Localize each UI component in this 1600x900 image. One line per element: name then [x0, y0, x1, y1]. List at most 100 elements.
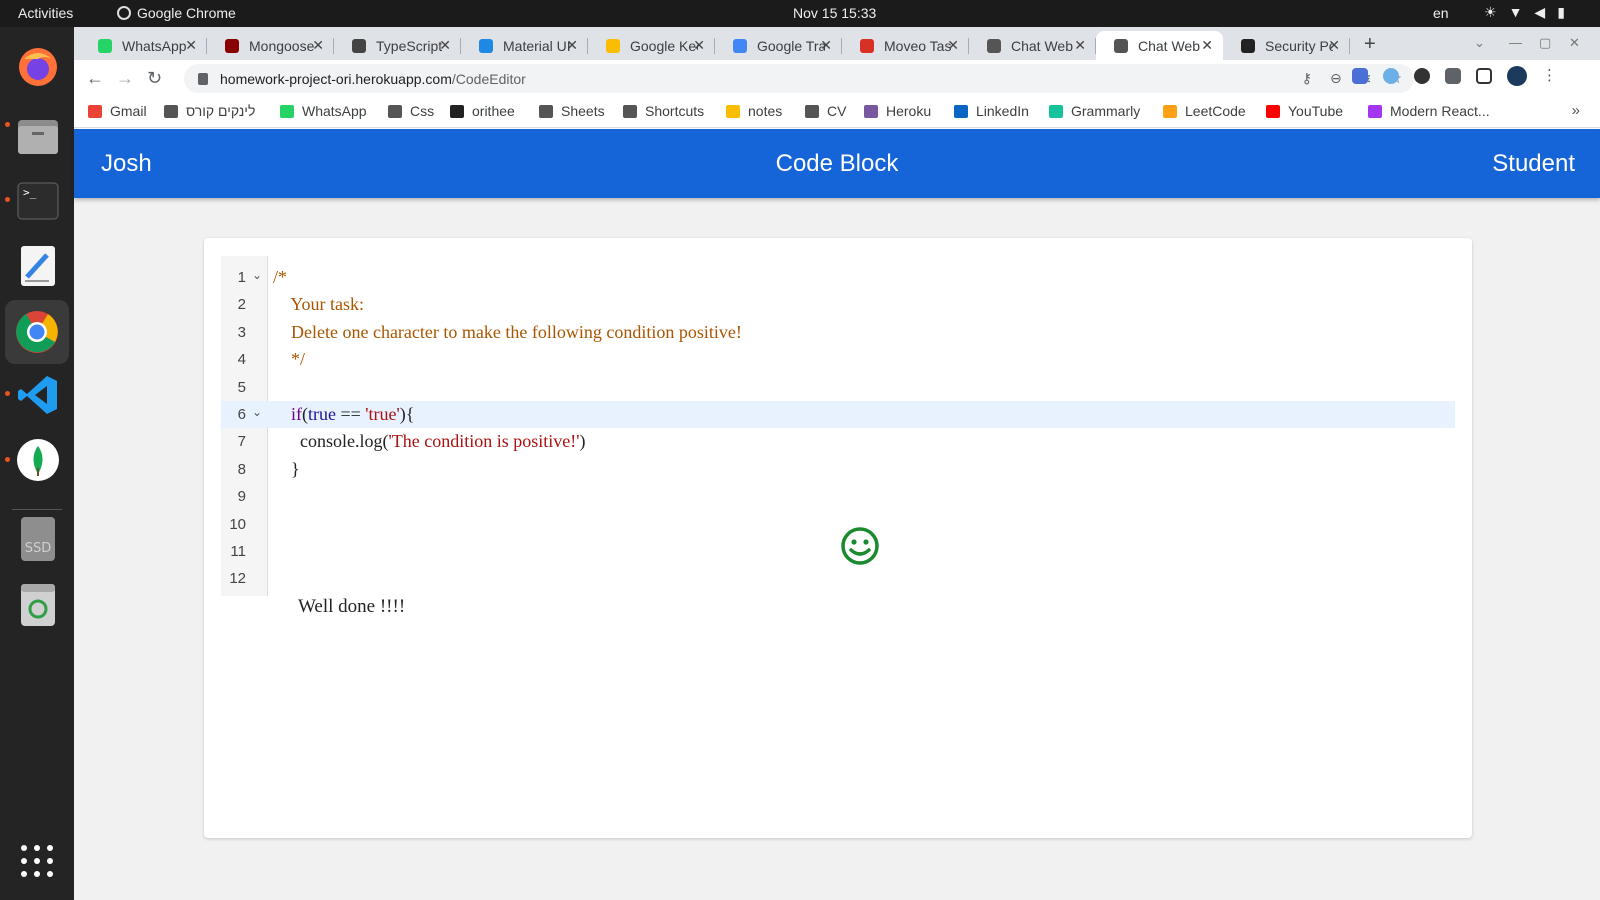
- bookmark-item[interactable]: CV: [805, 103, 846, 119]
- vscode-icon[interactable]: [16, 373, 60, 417]
- bookmark-item[interactable]: LeetCode: [1163, 103, 1246, 119]
- minimize-icon[interactable]: —: [1509, 35, 1522, 50]
- app-menu[interactable]: Google Chrome: [117, 5, 236, 21]
- bookmark-item[interactable]: Grammarly: [1049, 103, 1140, 119]
- bookmark-label: orithee: [472, 103, 515, 119]
- tab-search-icon[interactable]: ⌄: [1474, 35, 1485, 51]
- menu-kebab-icon[interactable]: ⋮: [1542, 66, 1557, 84]
- code-line[interactable]: 10: [221, 511, 1455, 538]
- bookmark-label: YouTube: [1288, 103, 1344, 119]
- tab-close-icon[interactable]: ✕: [439, 37, 451, 54]
- tab-close-icon[interactable]: ✕: [693, 37, 705, 54]
- browser-tab[interactable]: Chat Web ✕: [969, 31, 1096, 60]
- maximize-icon[interactable]: ▢: [1539, 35, 1551, 51]
- mongodb-compass-icon[interactable]: [16, 438, 60, 482]
- tab-close-icon[interactable]: ✕: [312, 37, 324, 54]
- chrome-app-icon: [117, 6, 131, 20]
- success-message: Well done !!!!: [298, 596, 406, 617]
- ssd-drive-icon[interactable]: SSD: [16, 517, 60, 561]
- browser-tab[interactable]: Mongoose ✕: [207, 31, 334, 60]
- bookmark-item[interactable]: לינקים קורס: [164, 103, 255, 119]
- browser-tab[interactable]: Material UI ✕: [461, 31, 588, 60]
- tab-close-icon[interactable]: ✕: [820, 37, 832, 54]
- profile-avatar[interactable]: [1507, 66, 1527, 86]
- code-line[interactable]: 5: [221, 374, 1455, 401]
- browser-tab[interactable]: WhatsApp ✕: [80, 31, 207, 60]
- bookmark-item[interactable]: Shortcuts: [623, 103, 704, 119]
- bookmark-item[interactable]: Modern React...: [1368, 103, 1490, 119]
- bookmark-item[interactable]: Gmail: [88, 103, 147, 119]
- code-line[interactable]: 3 Delete one character to make the follo…: [221, 319, 1455, 346]
- text-editor-icon[interactable]: [16, 244, 60, 288]
- code-line[interactable]: 2 Your task:: [221, 291, 1455, 318]
- reload-icon[interactable]: ↻: [147, 68, 162, 89]
- fold-chevron-icon[interactable]: ⌄: [252, 405, 262, 419]
- tab-close-icon[interactable]: ✕: [185, 37, 197, 54]
- line-number: 4: [237, 351, 246, 369]
- show-apps-icon[interactable]: [21, 845, 53, 877]
- translate-extension-icon[interactable]: [1352, 68, 1368, 84]
- fold-chevron-icon[interactable]: ⌄: [252, 268, 262, 282]
- browser-tab[interactable]: Chat Web ✕: [1096, 31, 1223, 60]
- zoom-icon[interactable]: ⊖: [1330, 70, 1342, 87]
- chrome-icon[interactable]: [5, 300, 69, 364]
- tab-close-icon[interactable]: ✕: [1074, 37, 1086, 54]
- tab-favicon-icon: [479, 38, 493, 53]
- extensions-puzzle-icon[interactable]: [1445, 68, 1461, 84]
- code-line[interactable]: 4 */: [221, 346, 1455, 373]
- code-line[interactable]: 9: [221, 483, 1455, 510]
- bookmark-item[interactable]: LinkedIn: [954, 103, 1029, 119]
- code-line[interactable]: 8 }: [221, 456, 1455, 483]
- tab-close-icon[interactable]: ✕: [566, 37, 578, 54]
- terminal-icon[interactable]: >_: [16, 179, 60, 223]
- firefox-icon[interactable]: [16, 45, 60, 89]
- bookmark-label: Heroku: [886, 103, 932, 119]
- url-path: /CodeEditor: [451, 70, 526, 87]
- code-line[interactable]: 7 console.log('The condition is positive…: [221, 428, 1455, 455]
- activities-button[interactable]: Activities: [18, 5, 73, 21]
- code-line[interactable]: 12: [221, 565, 1455, 592]
- password-key-icon[interactable]: ⚷: [1302, 70, 1312, 87]
- browser-tab[interactable]: TypeScript ✕: [334, 31, 461, 60]
- bookmark-item[interactable]: Sheets: [539, 103, 605, 119]
- line-number: 9: [237, 488, 246, 506]
- forward-icon[interactable]: →: [116, 68, 134, 89]
- code-line[interactable]: 6 ⌄ if(true == 'true'){: [221, 401, 1455, 429]
- timer-extension-icon[interactable]: [1383, 68, 1399, 84]
- tab-label: WhatsApp: [122, 37, 187, 54]
- bookmark-item[interactable]: Css: [388, 103, 434, 119]
- tab-favicon-icon: [225, 38, 239, 53]
- code-line[interactable]: 1 ⌄ /*: [221, 264, 1455, 291]
- bookmark-item[interactable]: notes: [726, 103, 782, 119]
- incognito-extension-icon[interactable]: [1414, 68, 1430, 84]
- system-tray[interactable]: ☀ ▼ ◀ ▮: [1484, 4, 1565, 21]
- side-panel-icon[interactable]: [1476, 68, 1492, 84]
- tab-close-icon[interactable]: ✕: [1201, 37, 1213, 54]
- browser-tab[interactable]: Google Translate✕: [715, 31, 842, 60]
- browser-tab[interactable]: Security Policy✕: [1223, 31, 1350, 60]
- files-icon[interactable]: [16, 114, 60, 158]
- clock[interactable]: Nov 15 15:33: [793, 5, 876, 21]
- bookmark-item[interactable]: YouTube: [1266, 103, 1343, 119]
- lock-icon[interactable]: [198, 72, 208, 85]
- browser-tab[interactable]: Google Keep✕: [588, 31, 715, 60]
- browser-tab[interactable]: Moveo Task ✕: [842, 31, 969, 60]
- bookmarks-overflow-icon[interactable]: »: [1572, 102, 1580, 119]
- input-language[interactable]: en: [1433, 5, 1449, 21]
- tab-close-icon[interactable]: ✕: [947, 37, 959, 54]
- bookmark-item[interactable]: orithee: [450, 103, 515, 119]
- trash-icon[interactable]: [16, 583, 60, 627]
- bookmark-label: Sheets: [561, 103, 605, 119]
- line-number: 2: [237, 296, 246, 314]
- bookmark-item[interactable]: Heroku: [864, 103, 931, 119]
- tab-close-icon[interactable]: ✕: [1328, 37, 1340, 54]
- code-line[interactable]: 11: [221, 538, 1455, 565]
- back-icon[interactable]: ←: [86, 68, 104, 89]
- code-editor[interactable]: 1 ⌄/* 2 Your task: 3 Delete one character t…: [221, 256, 1455, 617]
- bookmark-item[interactable]: WhatsApp: [280, 103, 367, 119]
- address-bar[interactable]: homework-project-ori.herokuapp.com/CodeE…: [184, 64, 1414, 93]
- brightness-icon: ☀: [1484, 4, 1497, 20]
- close-window-icon[interactable]: ✕: [1569, 35, 1580, 51]
- code-token: ): [579, 431, 586, 452]
- new-tab-button[interactable]: +: [1364, 33, 1376, 56]
